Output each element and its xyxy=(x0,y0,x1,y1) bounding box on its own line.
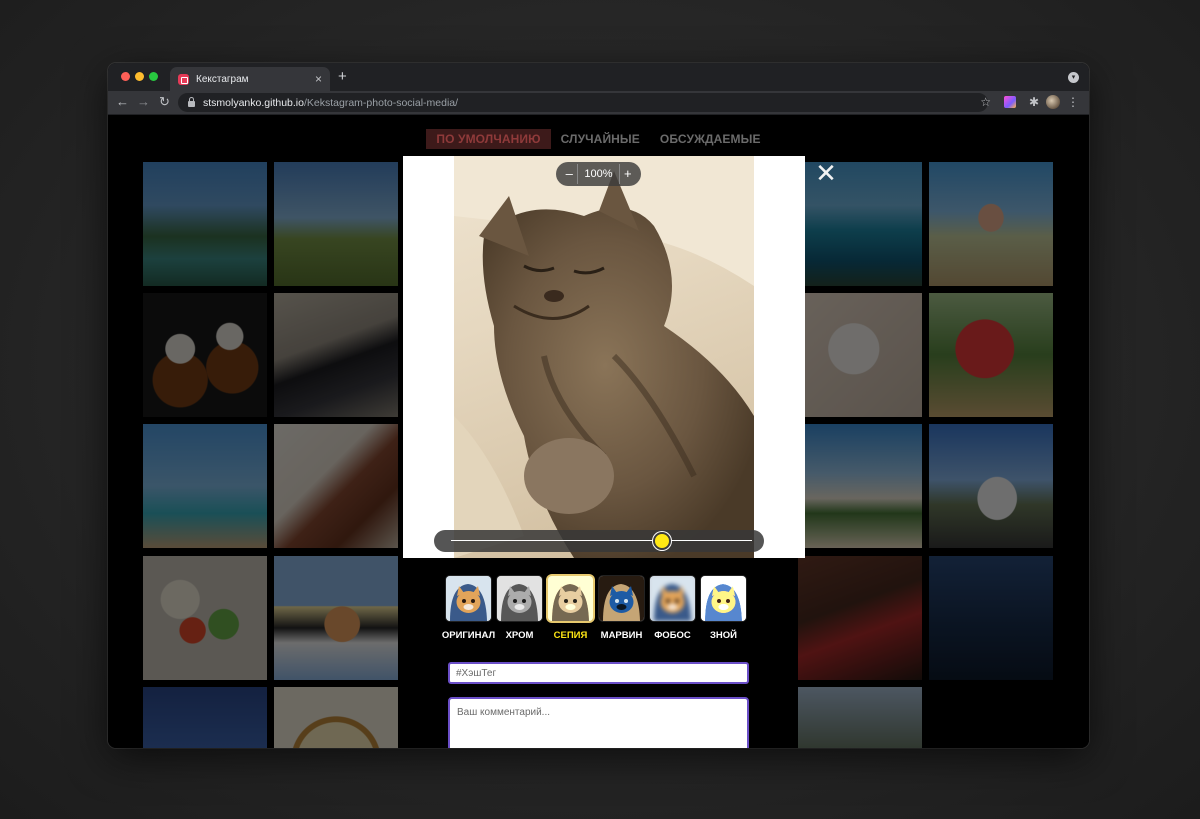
effect-preview-sepia[interactable] xyxy=(548,576,593,621)
minimize-window-button[interactable] xyxy=(135,72,144,81)
effect-label: ФОБОС xyxy=(654,630,691,641)
kekstagram-favicon-icon xyxy=(178,73,189,85)
effect-level-pin[interactable] xyxy=(652,532,671,550)
picture-thumbnail[interactable] xyxy=(929,424,1053,548)
scale-control: – 100% + xyxy=(556,162,641,186)
effect-label: ХРОМ xyxy=(505,630,534,641)
effect-label: ОРИГИНАЛ xyxy=(441,630,496,641)
browser-toolbar: ← → ↻ stsmolyanko.github.io/Kekstagram-p… xyxy=(108,91,1089,115)
browser-tab[interactable]: Кекстаграм × xyxy=(170,67,330,91)
scale-bigger-button[interactable]: + xyxy=(620,165,636,183)
zoom-window-button[interactable] xyxy=(149,72,158,81)
effect-original[interactable]: ОРИГИНАЛ xyxy=(442,576,495,641)
effect-phobos[interactable]: ФОБОС xyxy=(650,576,695,641)
new-tab-button[interactable]: + xyxy=(338,69,347,84)
effect-preview-heat[interactable] xyxy=(701,576,746,621)
upload-preview: – 100% + xyxy=(403,156,805,558)
filter-discussed-button[interactable]: ОБСУЖДАЕМЫЕ xyxy=(650,129,771,149)
effect-level-line xyxy=(451,540,752,541)
effect-chrome[interactable]: ХРОМ xyxy=(497,576,542,641)
picture-thumbnail[interactable] xyxy=(798,687,922,748)
picture-thumbnail[interactable] xyxy=(274,293,398,417)
picture-thumbnail[interactable] xyxy=(274,687,398,748)
picture-thumbnail[interactable] xyxy=(143,687,267,748)
picture-thumbnail[interactable] xyxy=(274,556,398,680)
picture-thumbnail[interactable] xyxy=(929,293,1053,417)
effects-list: ОРИГИНАЛ ХРОМ СЕПИЯ МАРВИН ФОБОС ЗНОЙ xyxy=(442,576,746,641)
tab-search-icon[interactable]: ▾ xyxy=(1068,72,1079,83)
browser-menu-icon[interactable]: ⋮ xyxy=(1067,94,1079,110)
effect-level-slider[interactable] xyxy=(434,530,764,552)
comment-textarea[interactable] xyxy=(448,697,749,748)
tab-bar: Кекстаграм × + ▾ xyxy=(108,63,1089,91)
lock-icon xyxy=(188,97,195,107)
upload-preview-image xyxy=(454,156,754,558)
filter-default-button[interactable]: ПО УМОЛЧАНИЮ xyxy=(426,129,551,149)
profile-avatar[interactable] xyxy=(1046,95,1060,109)
effect-label: ЗНОЙ xyxy=(709,630,738,641)
scale-value: 100% xyxy=(577,164,620,184)
back-arrow-icon[interactable]: ← xyxy=(116,94,129,110)
picture-thumbnail[interactable] xyxy=(798,424,922,548)
picture-thumbnail[interactable] xyxy=(143,162,267,286)
browser-window: Кекстаграм × + ▾ ← → ↻ stsmolyanko.githu… xyxy=(108,63,1089,748)
image-filters: ПО УМОЛЧАНИЮ СЛУЧАЙНЫЕ ОБСУЖДАЕМЫЕ xyxy=(108,129,1089,149)
effect-marvin[interactable]: МАРВИН xyxy=(599,576,644,641)
address-bar[interactable]: stsmolyanko.github.io/Kekstagram-photo-s… xyxy=(178,93,988,112)
url-path: /Kekstagram-photo-social-media/ xyxy=(303,96,459,109)
extension-icon[interactable] xyxy=(1004,96,1016,108)
tab-title: Кекстаграм xyxy=(196,73,249,85)
effect-preview-chrome[interactable] xyxy=(497,576,542,621)
effect-preview-marvin[interactable] xyxy=(599,576,644,621)
upload-cancel-close-icon[interactable]: ✕ xyxy=(811,158,841,188)
effect-preview-original[interactable] xyxy=(446,576,491,621)
scale-smaller-button[interactable]: – xyxy=(561,165,577,183)
close-window-button[interactable] xyxy=(121,72,130,81)
effect-heat[interactable]: ЗНОЙ xyxy=(701,576,746,641)
picture-thumbnail[interactable] xyxy=(929,556,1053,680)
effect-label: СЕПИЯ xyxy=(553,630,588,641)
picture-thumbnail[interactable] xyxy=(143,424,267,548)
picture-thumbnail[interactable] xyxy=(798,556,922,680)
hashtags-input[interactable] xyxy=(448,662,749,684)
effect-preview-phobos[interactable] xyxy=(650,576,695,621)
filter-random-button[interactable]: СЛУЧАЙНЫЕ xyxy=(551,129,650,149)
reload-icon[interactable]: ↻ xyxy=(159,94,170,110)
effect-sepia[interactable]: СЕПИЯ xyxy=(548,576,593,641)
picture-thumbnail[interactable] xyxy=(274,424,398,548)
url-host: stsmolyanko.github.io xyxy=(203,96,304,109)
page-content: ПО УМОЛЧАНИЮ СЛУЧАЙНЫЕ ОБСУЖДАЕМЫЕ – 100… xyxy=(108,116,1089,748)
picture-thumbnail[interactable] xyxy=(929,162,1053,286)
bookmark-star-icon[interactable]: ☆ xyxy=(980,95,991,109)
tab-close-icon[interactable]: × xyxy=(315,73,322,85)
effect-label: МАРВИН xyxy=(600,630,643,641)
cat-photo xyxy=(454,156,754,558)
picture-thumbnail[interactable] xyxy=(798,293,922,417)
forward-arrow-icon[interactable]: → xyxy=(137,94,150,110)
picture-thumbnail[interactable] xyxy=(143,556,267,680)
picture-thumbnail[interactable] xyxy=(274,162,398,286)
picture-thumbnail[interactable] xyxy=(143,293,267,417)
extensions-puzzle-icon[interactable]: ✱ xyxy=(1029,94,1039,110)
